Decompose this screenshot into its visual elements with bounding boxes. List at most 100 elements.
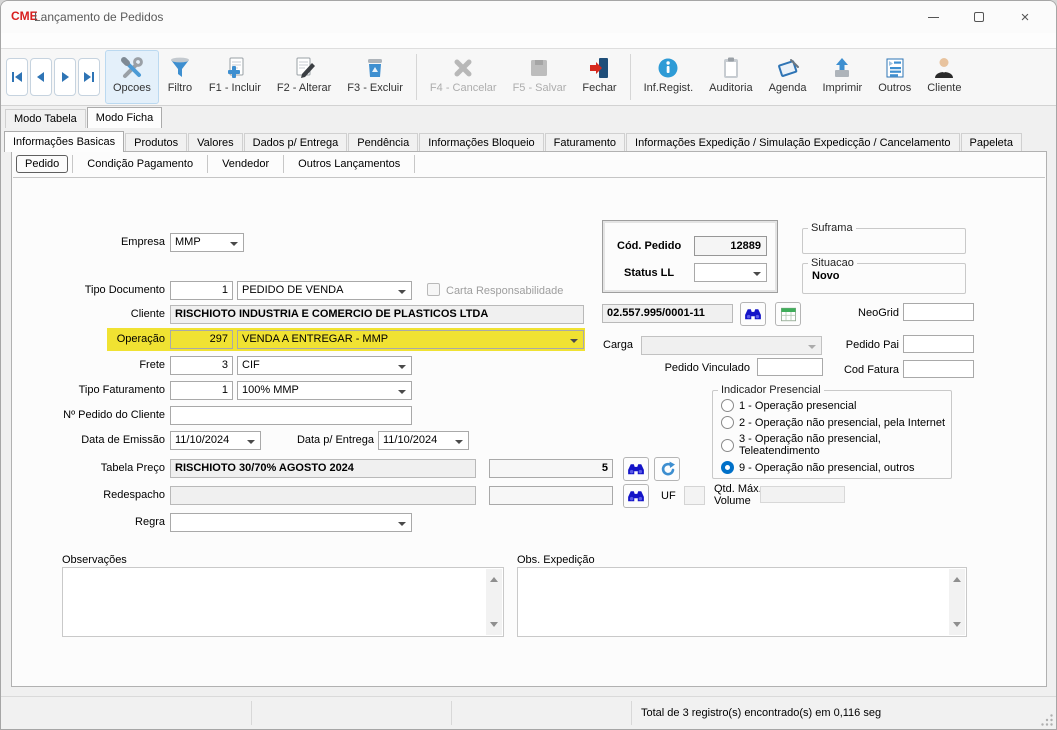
- neogrid-input[interactable]: [903, 303, 974, 321]
- fechar-label: Fechar: [582, 82, 616, 94]
- regra-label: Regra: [25, 516, 165, 528]
- obs-expedicao-textarea[interactable]: [517, 567, 967, 637]
- qtd-max-label-line2: Volume: [714, 495, 762, 507]
- menu-band: [1, 33, 1056, 48]
- clipboard-icon: [718, 55, 744, 81]
- radio-icon: [721, 416, 734, 429]
- observacoes-textarea[interactable]: [62, 567, 504, 637]
- statusbar-divider: [451, 701, 452, 725]
- cliente-sheet-button[interactable]: [775, 302, 801, 326]
- num-pedido-cliente-input[interactable]: [170, 406, 412, 425]
- empresa-label: Empresa: [25, 236, 165, 248]
- empresa-select[interactable]: MMP: [170, 233, 244, 252]
- tabela-preco-refresh-button[interactable]: [654, 457, 680, 481]
- tab-valores[interactable]: Valores: [188, 133, 242, 152]
- inf-regist-button[interactable]: Inf.Regist.: [636, 50, 702, 104]
- agenda-label: Agenda: [769, 82, 807, 94]
- f2-alterar-button[interactable]: F2 - Alterar: [269, 50, 339, 104]
- data-entrega-datepicker[interactable]: 11/10/2024: [378, 431, 469, 450]
- minimize-icon: [928, 17, 939, 18]
- f1-incluir-button[interactable]: F1 - Incluir: [201, 50, 269, 104]
- tipo-documento-label: Tipo Documento: [25, 284, 165, 296]
- binoculars-icon: [744, 307, 762, 321]
- scroll-down-icon: [953, 622, 961, 631]
- scroll-up-icon: [490, 573, 498, 582]
- tab-informacoes-bloqueio[interactable]: Informações Bloqueio: [419, 133, 543, 152]
- inner-tab-strip: Pedido Condição Pagamento Vendedor Outro…: [13, 152, 1045, 176]
- tab-outros-lancamentos[interactable]: Outros Lançamentos: [288, 155, 410, 173]
- carta-responsabilidade-checkbox[interactable]: [427, 283, 440, 296]
- frete-select[interactable]: CIF: [237, 356, 412, 375]
- obs-expedicao-scrollbar[interactable]: [949, 569, 965, 635]
- tipo-faturamento-code-input[interactable]: 1: [170, 381, 233, 400]
- tipo-documento-code-input[interactable]: 1: [170, 281, 233, 300]
- tipo-documento-select[interactable]: PEDIDO DE VENDA: [237, 281, 412, 300]
- record-count-text: Total de 3 registro(s) encontrado(s) em …: [641, 707, 881, 719]
- inner-tab-separator: [72, 155, 73, 173]
- operacao-code-input[interactable]: 297: [170, 330, 233, 349]
- toolbar-separator: [416, 54, 417, 100]
- outros-button[interactable]: Outros: [870, 50, 919, 104]
- observacoes-scrollbar[interactable]: [486, 569, 502, 635]
- radio-option-2[interactable]: 2 - Operação não presencial, pela Intern…: [721, 416, 951, 429]
- imprimir-button[interactable]: Imprimir: [815, 50, 871, 104]
- radio-option-3[interactable]: 3 - Operação não presencial, Teleatendim…: [721, 433, 951, 457]
- tools-icon: [119, 55, 145, 81]
- nav-last-button[interactable]: [78, 58, 100, 96]
- minimize-button[interactable]: [910, 1, 956, 33]
- tab-pedido[interactable]: Pedido: [16, 155, 68, 173]
- tab-condicao-pagamento[interactable]: Condição Pagamento: [77, 155, 203, 173]
- redespacho-lookup-button[interactable]: [623, 484, 649, 508]
- tabela-preco-lookup-button[interactable]: [623, 457, 649, 481]
- inner-tab-separator: [283, 155, 284, 173]
- nav-first-button[interactable]: [6, 58, 28, 96]
- maximize-button[interactable]: [956, 1, 1002, 33]
- section-tab-strip: Informações Basicas Produtos Valores Dad…: [4, 130, 1023, 152]
- tab-faturamento[interactable]: Faturamento: [545, 133, 625, 152]
- inner-tab-separator: [414, 155, 415, 173]
- frete-code-input[interactable]: 3: [170, 356, 233, 375]
- close-button[interactable]: ×: [1002, 1, 1048, 33]
- nav-prev-button[interactable]: [30, 58, 52, 96]
- regra-select[interactable]: [170, 513, 412, 532]
- redespacho-code-field: [489, 486, 613, 505]
- app-window: CME Lançamento de Pedidos × Opcoes Filtr…: [0, 0, 1057, 730]
- cod-fatura-input[interactable]: [903, 360, 974, 378]
- tab-papeleta[interactable]: Papeleta: [961, 133, 1022, 152]
- pedido-pai-input[interactable]: [903, 335, 974, 353]
- cliente-button[interactable]: Cliente: [919, 50, 969, 104]
- operacao-select[interactable]: VENDA A ENTREGAR - MMP: [237, 330, 584, 349]
- radio-option-2-label: 2 - Operação não presencial, pela Intern…: [739, 417, 945, 429]
- resize-grip-icon[interactable]: [1041, 714, 1054, 727]
- tab-dados-p-entrega[interactable]: Dados p/ Entrega: [244, 133, 348, 152]
- tipo-faturamento-label: Tipo Faturamento: [25, 384, 165, 396]
- situacao-value: Novo: [812, 270, 965, 282]
- tab-pendencia[interactable]: Pendência: [348, 133, 418, 152]
- fechar-button[interactable]: Fechar: [574, 50, 624, 104]
- carga-label: Carga: [603, 339, 633, 351]
- radio-option-9[interactable]: 9 - Operação não presencial, outros: [721, 461, 951, 474]
- operacao-label: Operação: [25, 333, 165, 345]
- status-ll-select[interactable]: [694, 263, 767, 282]
- tab-produtos[interactable]: Produtos: [125, 133, 187, 152]
- data-emissao-datepicker[interactable]: 11/10/2024: [170, 431, 261, 450]
- f3-excluir-button[interactable]: F3 - Excluir: [339, 50, 411, 104]
- tipo-faturamento-select[interactable]: 100% MMP: [237, 381, 412, 400]
- cliente-lookup-button[interactable]: [740, 302, 766, 326]
- tab-modo-tabela[interactable]: Modo Tabela: [5, 109, 86, 128]
- tab-informacoes-basicas[interactable]: Informações Basicas: [4, 131, 124, 152]
- info-circle-icon: [655, 55, 681, 81]
- nav-next-button[interactable]: [54, 58, 76, 96]
- auditoria-button[interactable]: Auditoria: [701, 50, 760, 104]
- radio-option-1[interactable]: 1 - Operação presencial: [721, 399, 951, 412]
- agenda-button[interactable]: Agenda: [761, 50, 815, 104]
- filtro-button[interactable]: Filtro: [159, 50, 201, 104]
- opcoes-button[interactable]: Opcoes: [105, 50, 159, 104]
- tab-informacoes-expedicao[interactable]: Informações Expedição / Simulação Expedi…: [626, 133, 960, 152]
- observacoes-label: Observações: [62, 554, 127, 566]
- imprimir-label: Imprimir: [823, 82, 863, 94]
- tab-vendedor[interactable]: Vendedor: [212, 155, 279, 173]
- indicador-presencial-label: Indicador Presencial: [718, 384, 824, 396]
- filtro-label: Filtro: [168, 82, 192, 94]
- tab-modo-ficha[interactable]: Modo Ficha: [87, 107, 162, 128]
